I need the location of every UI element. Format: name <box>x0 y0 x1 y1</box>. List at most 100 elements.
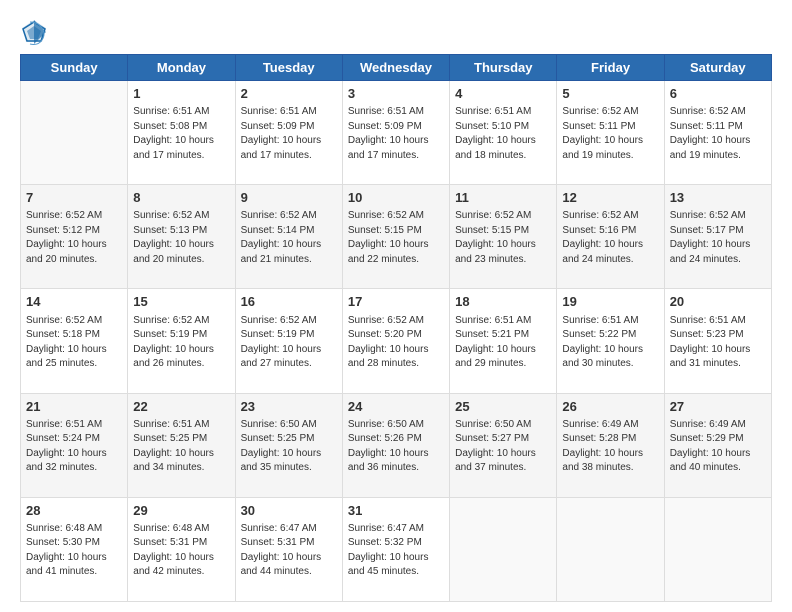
day-info: Sunrise: 6:49 AM Sunset: 5:28 PM Dayligh… <box>562 418 658 476</box>
calendar-cell: 15Sunrise: 6:52 AM Sunset: 5:19 PM Dayli… <box>128 289 235 393</box>
day-info: Sunrise: 6:51 AM Sunset: 5:08 PM Dayligh… <box>133 105 229 163</box>
page: SundayMondayTuesdayWednesdayThursdayFrid… <box>0 0 792 612</box>
day-info: Sunrise: 6:52 AM Sunset: 5:13 PM Dayligh… <box>133 209 229 267</box>
day-number: 24 <box>348 398 444 416</box>
calendar-cell <box>557 497 664 601</box>
calendar-cell: 23 Sunrise: 6:50 AM Sunset: 5:25 PM Dayli… <box>235 393 342 497</box>
day-number: 9 <box>241 189 337 207</box>
calendar-cell: 17 Sunrise: 6:52 AM Sunset: 5:20 PM Dayli… <box>342 289 449 393</box>
logo-icon <box>20 18 48 46</box>
day-info: Sunrise: 6:52 AM Sunset: 5:12 PM Dayligh… <box>26 209 122 267</box>
day-info: Sunrise: 6:49 AM Sunset: 5:29 PM Dayligh… <box>670 418 766 476</box>
day-number: 4 <box>455 85 551 103</box>
day-info: Sunrise: 6:52 AM Sunset: 5:15 PM Dayligh… <box>348 209 444 267</box>
day-info: Sunrise: 6:51 AM Sunset: 5:10 PM Dayligh… <box>455 105 551 163</box>
day-number: 5 <box>562 85 658 103</box>
calendar-cell: 1Sunrise: 6:51 AM Sunset: 5:08 PM Daylig… <box>128 81 235 185</box>
day-info: Sunrise: 6:48 AM Sunset: 5:31 PM Dayligh… <box>133 522 229 580</box>
calendar-cell: 30 Sunrise: 6:47 AM Sunset: 5:31 PM Dayli… <box>235 497 342 601</box>
day-number: 30 <box>241 502 337 520</box>
day-number: 2 <box>241 85 337 103</box>
calendar-cell: 13 Sunrise: 6:52 AM Sunset: 5:17 PM Dayli… <box>664 185 771 289</box>
calendar-cell: 27 Sunrise: 6:49 AM Sunset: 5:29 PM Dayli… <box>664 393 771 497</box>
calendar-cell: 2Sunrise: 6:51 AM Sunset: 5:09 PM Daylig… <box>235 81 342 185</box>
day-number: 19 <box>562 293 658 311</box>
calendar-header-row: SundayMondayTuesdayWednesdayThursdayFrid… <box>21 55 772 81</box>
day-number: 17 <box>348 293 444 311</box>
day-info: Sunrise: 6:51 AM Sunset: 5:22 PM Dayligh… <box>562 314 658 372</box>
day-info: Sunrise: 6:47 AM Sunset: 5:32 PM Dayligh… <box>348 522 444 580</box>
day-info: Sunrise: 6:52 AM Sunset: 5:19 PM Dayligh… <box>133 314 229 372</box>
day-number: 10 <box>348 189 444 207</box>
calendar-cell: 8 Sunrise: 6:52 AM Sunset: 5:13 PM Daylig… <box>128 185 235 289</box>
day-info: Sunrise: 6:51 AM Sunset: 5:25 PM Dayligh… <box>133 418 229 476</box>
logo <box>20 16 50 44</box>
calendar-cell: 25 Sunrise: 6:50 AM Sunset: 5:27 PM Dayli… <box>450 393 557 497</box>
day-info: Sunrise: 6:50 AM Sunset: 5:25 PM Dayligh… <box>241 418 337 476</box>
day-number: 7 <box>26 189 122 207</box>
day-info: Sunrise: 6:48 AM Sunset: 5:30 PM Dayligh… <box>26 522 122 580</box>
calendar-cell: 20Sunrise: 6:51 AM Sunset: 5:23 PM Dayli… <box>664 289 771 393</box>
calendar-cell: 6 Sunrise: 6:52 AM Sunset: 5:11 PM Daylig… <box>664 81 771 185</box>
day-info: Sunrise: 6:52 AM Sunset: 5:20 PM Dayligh… <box>348 314 444 372</box>
day-info: Sunrise: 6:51 AM Sunset: 5:21 PM Dayligh… <box>455 314 551 372</box>
day-number: 13 <box>670 189 766 207</box>
day-number: 25 <box>455 398 551 416</box>
day-info: Sunrise: 6:50 AM Sunset: 5:27 PM Dayligh… <box>455 418 551 476</box>
day-number: 11 <box>455 189 551 207</box>
calendar-cell: 21 Sunrise: 6:51 AM Sunset: 5:24 PM Dayli… <box>21 393 128 497</box>
header <box>20 16 772 44</box>
day-info: Sunrise: 6:51 AM Sunset: 5:24 PM Dayligh… <box>26 418 122 476</box>
day-number: 16 <box>241 293 337 311</box>
day-number: 20 <box>670 293 766 311</box>
day-number: 26 <box>562 398 658 416</box>
day-number: 8 <box>133 189 229 207</box>
day-number: 22 <box>133 398 229 416</box>
day-info: Sunrise: 6:51 AM Sunset: 5:09 PM Dayligh… <box>348 105 444 163</box>
calendar-cell: 9Sunrise: 6:52 AM Sunset: 5:14 PM Daylig… <box>235 185 342 289</box>
day-header-saturday: Saturday <box>664 55 771 81</box>
day-number: 14 <box>26 293 122 311</box>
calendar-table: SundayMondayTuesdayWednesdayThursdayFrid… <box>20 54 772 602</box>
calendar-cell <box>450 497 557 601</box>
calendar-cell: 16Sunrise: 6:52 AM Sunset: 5:19 PM Dayli… <box>235 289 342 393</box>
day-number: 18 <box>455 293 551 311</box>
calendar-cell: 31 Sunrise: 6:47 AM Sunset: 5:32 PM Dayli… <box>342 497 449 601</box>
calendar-cell: 5 Sunrise: 6:52 AM Sunset: 5:11 PM Daylig… <box>557 81 664 185</box>
day-number: 27 <box>670 398 766 416</box>
calendar-cell: 10 Sunrise: 6:52 AM Sunset: 5:15 PM Dayli… <box>342 185 449 289</box>
calendar-week-row: 21 Sunrise: 6:51 AM Sunset: 5:24 PM Dayli… <box>21 393 772 497</box>
calendar-cell: 12 Sunrise: 6:52 AM Sunset: 5:16 PM Dayli… <box>557 185 664 289</box>
calendar-cell: 28 Sunrise: 6:48 AM Sunset: 5:30 PM Dayli… <box>21 497 128 601</box>
day-number: 23 <box>241 398 337 416</box>
calendar-cell: 22 Sunrise: 6:51 AM Sunset: 5:25 PM Dayli… <box>128 393 235 497</box>
calendar-cell: 11 Sunrise: 6:52 AM Sunset: 5:15 PM Dayli… <box>450 185 557 289</box>
day-number: 12 <box>562 189 658 207</box>
day-info: Sunrise: 6:47 AM Sunset: 5:31 PM Dayligh… <box>241 522 337 580</box>
day-number: 28 <box>26 502 122 520</box>
calendar-cell: 3 Sunrise: 6:51 AM Sunset: 5:09 PM Daylig… <box>342 81 449 185</box>
day-info: Sunrise: 6:52 AM Sunset: 5:11 PM Dayligh… <box>670 105 766 163</box>
calendar-cell <box>664 497 771 601</box>
day-number: 3 <box>348 85 444 103</box>
calendar-week-row: 14 Sunrise: 6:52 AM Sunset: 5:18 PM Dayli… <box>21 289 772 393</box>
day-number: 21 <box>26 398 122 416</box>
day-number: 31 <box>348 502 444 520</box>
calendar-cell: 14 Sunrise: 6:52 AM Sunset: 5:18 PM Dayli… <box>21 289 128 393</box>
calendar-cell: 19 Sunrise: 6:51 AM Sunset: 5:22 PM Dayli… <box>557 289 664 393</box>
calendar-cell: 24Sunrise: 6:50 AM Sunset: 5:26 PM Dayli… <box>342 393 449 497</box>
day-info: Sunrise: 6:52 AM Sunset: 5:15 PM Dayligh… <box>455 209 551 267</box>
day-header-wednesday: Wednesday <box>342 55 449 81</box>
day-number: 6 <box>670 85 766 103</box>
calendar-cell: 4 Sunrise: 6:51 AM Sunset: 5:10 PM Daylig… <box>450 81 557 185</box>
day-info: Sunrise: 6:52 AM Sunset: 5:11 PM Dayligh… <box>562 105 658 163</box>
day-header-friday: Friday <box>557 55 664 81</box>
day-info: Sunrise: 6:52 AM Sunset: 5:17 PM Dayligh… <box>670 209 766 267</box>
day-info: Sunrise: 6:52 AM Sunset: 5:18 PM Dayligh… <box>26 314 122 372</box>
calendar-cell: 18 Sunrise: 6:51 AM Sunset: 5:21 PM Dayli… <box>450 289 557 393</box>
day-info: Sunrise: 6:52 AM Sunset: 5:16 PM Dayligh… <box>562 209 658 267</box>
calendar-week-row: 7 Sunrise: 6:52 AM Sunset: 5:12 PM Daylig… <box>21 185 772 289</box>
day-header-monday: Monday <box>128 55 235 81</box>
day-header-tuesday: Tuesday <box>235 55 342 81</box>
day-header-sunday: Sunday <box>21 55 128 81</box>
